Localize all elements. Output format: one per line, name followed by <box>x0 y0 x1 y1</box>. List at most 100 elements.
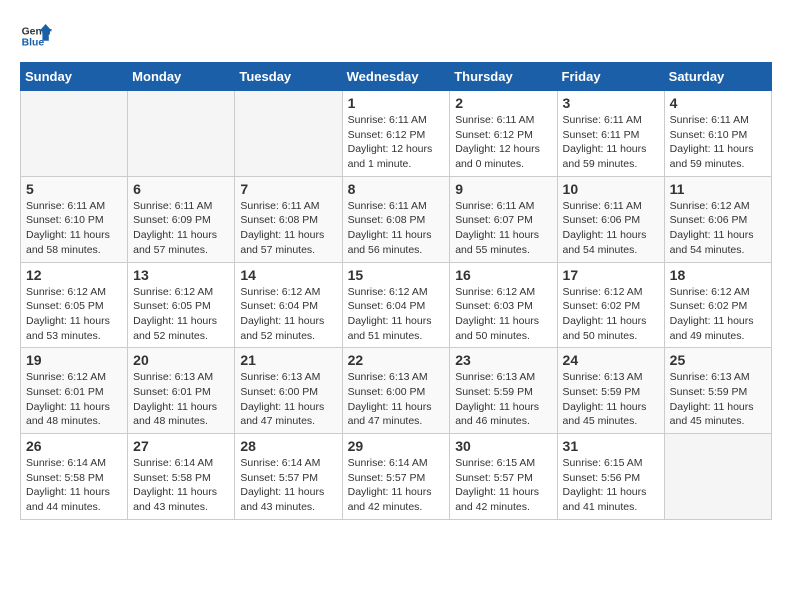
weekday-header-friday: Friday <box>557 63 664 91</box>
day-number: 11 <box>670 181 766 197</box>
calendar-cell: 15Sunrise: 6:12 AM Sunset: 6:04 PM Dayli… <box>342 262 450 348</box>
day-info: Sunrise: 6:11 AM Sunset: 6:12 PM Dayligh… <box>348 113 445 172</box>
day-number: 16 <box>455 267 551 283</box>
day-info: Sunrise: 6:13 AM Sunset: 5:59 PM Dayligh… <box>563 370 659 429</box>
weekday-header-row: SundayMondayTuesdayWednesdayThursdayFrid… <box>21 63 772 91</box>
day-number: 18 <box>670 267 766 283</box>
day-number: 17 <box>563 267 659 283</box>
day-number: 29 <box>348 438 445 454</box>
calendar-cell: 7Sunrise: 6:11 AM Sunset: 6:08 PM Daylig… <box>235 176 342 262</box>
day-number: 21 <box>240 352 336 368</box>
week-row-2: 5 Sunrise: 6:11 AM Sunset: 6:10 PM Daylig… <box>21 176 772 262</box>
day-number: 3 <box>563 95 659 111</box>
day-number: 9 <box>455 181 551 197</box>
day-info: Sunrise: 6:11 AM Sunset: 6:10 PM Dayligh… <box>26 199 122 258</box>
day-info: Sunrise: 6:14 AM Sunset: 5:58 PM Dayligh… <box>26 456 122 515</box>
day-info: Sunrise: 6:13 AM Sunset: 5:59 PM Dayligh… <box>670 370 766 429</box>
calendar-cell: 17 Sunrise: 6:12 AM Sunset: 6:02 PM Dayli… <box>557 262 664 348</box>
day-info: Sunrise: 6:13 AM Sunset: 5:59 PM Dayligh… <box>455 370 551 429</box>
day-number: 26 <box>26 438 122 454</box>
day-number: 4 <box>670 95 766 111</box>
calendar-cell: 23 Sunrise: 6:13 AM Sunset: 5:59 PM Dayli… <box>450 348 557 434</box>
calendar-cell <box>664 434 771 520</box>
calendar-cell: 9Sunrise: 6:11 AM Sunset: 6:07 PM Daylig… <box>450 176 557 262</box>
day-info: Sunrise: 6:15 AM Sunset: 5:57 PM Dayligh… <box>455 456 551 515</box>
day-number: 12 <box>26 267 122 283</box>
day-number: 8 <box>348 181 445 197</box>
day-number: 6 <box>133 181 229 197</box>
calendar-cell: 29 Sunrise: 6:14 AM Sunset: 5:57 PM Dayli… <box>342 434 450 520</box>
calendar-cell: 6 Sunrise: 6:11 AM Sunset: 6:09 PM Daylig… <box>128 176 235 262</box>
calendar-cell: 16 Sunrise: 6:12 AM Sunset: 6:03 PM Dayli… <box>450 262 557 348</box>
calendar-cell: 8 Sunrise: 6:11 AM Sunset: 6:08 PM Daylig… <box>342 176 450 262</box>
calendar-cell: 5 Sunrise: 6:11 AM Sunset: 6:10 PM Daylig… <box>21 176 128 262</box>
weekday-header-monday: Monday <box>128 63 235 91</box>
day-info: Sunrise: 6:12 AM Sunset: 6:03 PM Dayligh… <box>455 285 551 344</box>
day-number: 5 <box>26 181 122 197</box>
week-row-3: 12 Sunrise: 6:12 AM Sunset: 6:05 PM Dayli… <box>21 262 772 348</box>
day-info: Sunrise: 6:13 AM Sunset: 6:00 PM Dayligh… <box>348 370 445 429</box>
day-number: 19 <box>26 352 122 368</box>
day-number: 25 <box>670 352 766 368</box>
svg-text:Blue: Blue <box>22 38 45 49</box>
calendar-cell <box>128 91 235 177</box>
day-info: Sunrise: 6:11 AM Sunset: 6:08 PM Dayligh… <box>240 199 336 258</box>
week-row-1: 1 Sunrise: 6:11 AM Sunset: 6:12 PM Daylig… <box>21 91 772 177</box>
calendar-cell: 11 Sunrise: 6:12 AM Sunset: 6:06 PM Dayli… <box>664 176 771 262</box>
day-info: Sunrise: 6:12 AM Sunset: 6:04 PM Dayligh… <box>240 285 336 344</box>
day-info: Sunrise: 6:12 AM Sunset: 6:01 PM Dayligh… <box>26 370 122 429</box>
weekday-header-wednesday: Wednesday <box>342 63 450 91</box>
weekday-header-thursday: Thursday <box>450 63 557 91</box>
logo: General Blue <box>20 20 58 52</box>
day-number: 22 <box>348 352 445 368</box>
day-number: 20 <box>133 352 229 368</box>
calendar-cell: 10 Sunrise: 6:11 AM Sunset: 6:06 PM Dayli… <box>557 176 664 262</box>
day-info: Sunrise: 6:14 AM Sunset: 5:57 PM Dayligh… <box>240 456 336 515</box>
day-number: 23 <box>455 352 551 368</box>
day-number: 14 <box>240 267 336 283</box>
calendar-cell: 24 Sunrise: 6:13 AM Sunset: 5:59 PM Dayli… <box>557 348 664 434</box>
day-number: 28 <box>240 438 336 454</box>
week-row-5: 26 Sunrise: 6:14 AM Sunset: 5:58 PM Dayli… <box>21 434 772 520</box>
calendar-cell <box>21 91 128 177</box>
day-info: Sunrise: 6:12 AM Sunset: 6:02 PM Dayligh… <box>563 285 659 344</box>
day-number: 30 <box>455 438 551 454</box>
calendar-cell: 19 Sunrise: 6:12 AM Sunset: 6:01 PM Dayli… <box>21 348 128 434</box>
calendar-cell: 12 Sunrise: 6:12 AM Sunset: 6:05 PM Dayli… <box>21 262 128 348</box>
calendar-cell: 31 Sunrise: 6:15 AM Sunset: 5:56 PM Dayli… <box>557 434 664 520</box>
day-info: Sunrise: 6:12 AM Sunset: 6:02 PM Dayligh… <box>670 285 766 344</box>
day-info: Sunrise: 6:14 AM Sunset: 5:58 PM Dayligh… <box>133 456 229 515</box>
week-row-4: 19 Sunrise: 6:12 AM Sunset: 6:01 PM Dayli… <box>21 348 772 434</box>
logo-icon: General Blue <box>20 20 52 52</box>
day-info: Sunrise: 6:12 AM Sunset: 6:05 PM Dayligh… <box>26 285 122 344</box>
calendar-cell: 4 Sunrise: 6:11 AM Sunset: 6:10 PM Daylig… <box>664 91 771 177</box>
calendar-cell: 21Sunrise: 6:13 AM Sunset: 6:00 PM Dayli… <box>235 348 342 434</box>
calendar-cell <box>235 91 342 177</box>
day-info: Sunrise: 6:15 AM Sunset: 5:56 PM Dayligh… <box>563 456 659 515</box>
day-info: Sunrise: 6:11 AM Sunset: 6:10 PM Dayligh… <box>670 113 766 172</box>
day-number: 10 <box>563 181 659 197</box>
day-number: 24 <box>563 352 659 368</box>
day-info: Sunrise: 6:12 AM Sunset: 6:06 PM Dayligh… <box>670 199 766 258</box>
day-number: 31 <box>563 438 659 454</box>
day-number: 2 <box>455 95 551 111</box>
day-info: Sunrise: 6:14 AM Sunset: 5:57 PM Dayligh… <box>348 456 445 515</box>
weekday-header-sunday: Sunday <box>21 63 128 91</box>
calendar-cell: 1 Sunrise: 6:11 AM Sunset: 6:12 PM Daylig… <box>342 91 450 177</box>
day-info: Sunrise: 6:11 AM Sunset: 6:09 PM Dayligh… <box>133 199 229 258</box>
day-info: Sunrise: 6:11 AM Sunset: 6:08 PM Dayligh… <box>348 199 445 258</box>
day-info: Sunrise: 6:11 AM Sunset: 6:06 PM Dayligh… <box>563 199 659 258</box>
calendar-cell: 3 Sunrise: 6:11 AM Sunset: 6:11 PM Daylig… <box>557 91 664 177</box>
weekday-header-tuesday: Tuesday <box>235 63 342 91</box>
calendar-cell: 14 Sunrise: 6:12 AM Sunset: 6:04 PM Dayli… <box>235 262 342 348</box>
day-number: 27 <box>133 438 229 454</box>
calendar-cell: 26 Sunrise: 6:14 AM Sunset: 5:58 PM Dayli… <box>21 434 128 520</box>
calendar-cell: 30 Sunrise: 6:15 AM Sunset: 5:57 PM Dayli… <box>450 434 557 520</box>
day-info: Sunrise: 6:11 AM Sunset: 6:12 PM Dayligh… <box>455 113 551 172</box>
day-number: 13 <box>133 267 229 283</box>
day-info: Sunrise: 6:13 AM Sunset: 6:01 PM Dayligh… <box>133 370 229 429</box>
day-number: 1 <box>348 95 445 111</box>
calendar-cell: 2 Sunrise: 6:11 AM Sunset: 6:12 PM Daylig… <box>450 91 557 177</box>
day-info: Sunrise: 6:11 AM Sunset: 6:11 PM Dayligh… <box>563 113 659 172</box>
day-info: Sunrise: 6:12 AM Sunset: 6:05 PM Dayligh… <box>133 285 229 344</box>
